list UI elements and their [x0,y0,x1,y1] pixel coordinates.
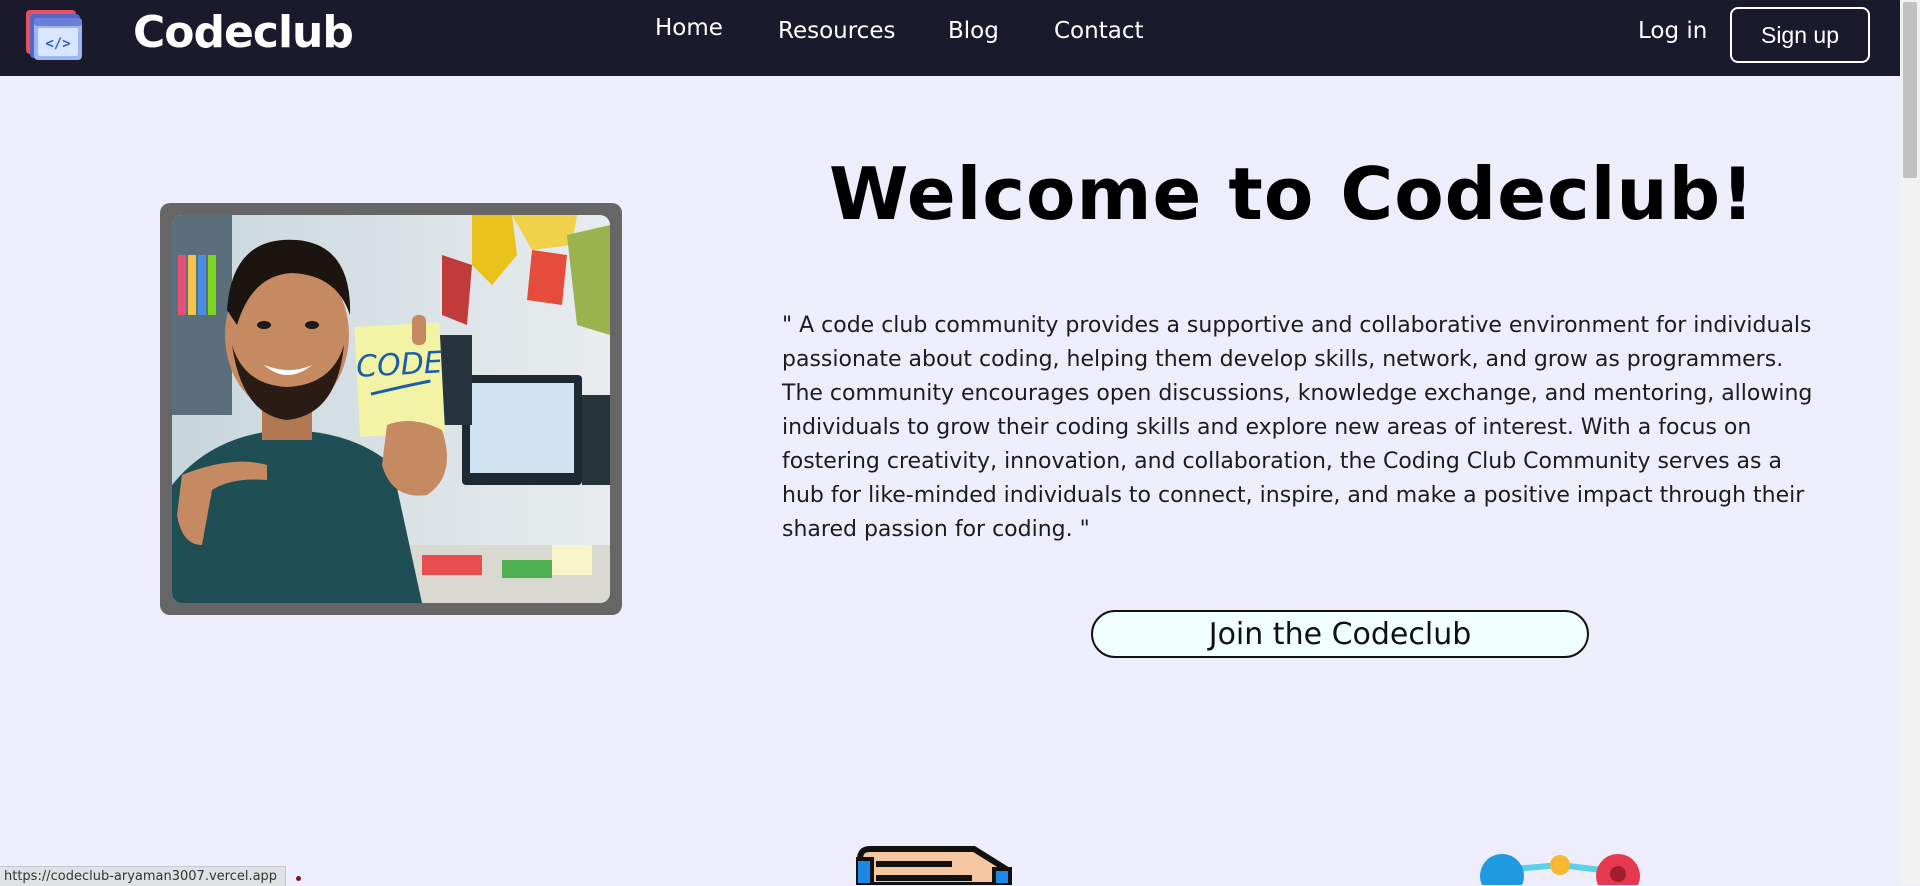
brand-name[interactable]: Codeclub [133,7,354,58]
hero-photo: CODE [172,215,610,603]
sticky-note-text: CODE [355,345,443,384]
nav-link-blog[interactable]: Blog [948,18,999,44]
dot-marker [296,876,301,881]
document-icon [856,846,1012,885]
join-codeclub-button[interactable]: Join the Codeclub [1091,610,1589,658]
navbar: </> Codeclub Home Resources Blog Contact… [0,0,1900,76]
scrollbar-thumb[interactable] [1903,2,1917,178]
login-link[interactable]: Log in [1638,18,1707,44]
hero-quote: " A code club community provides a suppo… [782,313,1813,542]
code-window-icon[interactable]: </> [24,8,84,64]
signup-button[interactable]: Sign up [1730,7,1870,63]
svg-text:</>: </> [45,36,70,52]
nav-link-resources[interactable]: Resources [778,18,895,44]
network-icon [1480,854,1640,885]
nav-link-home[interactable]: Home [655,15,723,41]
hero-photo-illustration: CODE [172,215,610,603]
hero-title: Welcome to Codeclub! [828,152,1756,236]
nav-link-contact[interactable]: Contact [1054,18,1143,44]
hero-photo-frame: CODE [160,203,622,615]
status-bar-url: https://codeclub-aryaman3007.vercel.app [0,866,287,886]
